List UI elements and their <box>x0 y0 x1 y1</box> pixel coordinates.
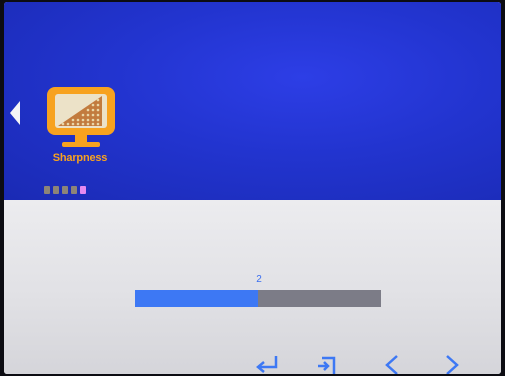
page-dot <box>62 186 68 194</box>
left-chevron-icon[interactable] <box>379 352 405 374</box>
pagination-dots <box>44 186 86 194</box>
page-dot <box>44 186 50 194</box>
page-dot <box>53 186 59 194</box>
left-arrow-icon[interactable] <box>10 101 20 125</box>
sharpness-slider[interactable] <box>135 290 381 307</box>
navigation-keys <box>254 352 474 374</box>
right-chevron-icon[interactable] <box>439 352 465 374</box>
slider-fill <box>135 290 258 307</box>
menu-item-label: Sharpness <box>52 152 108 164</box>
slider-value: 2 <box>256 274 262 285</box>
osd-menu-header: Sharpness <box>4 2 501 200</box>
enter-icon[interactable] <box>254 352 280 374</box>
exit-icon[interactable] <box>314 352 340 374</box>
monitor-screen: Sharpness 2 <box>4 2 501 374</box>
monitor-sharpness-icon[interactable] <box>44 84 118 150</box>
page-dot <box>80 186 86 194</box>
page-dot <box>71 186 77 194</box>
osd-adjust-panel <box>4 200 501 374</box>
